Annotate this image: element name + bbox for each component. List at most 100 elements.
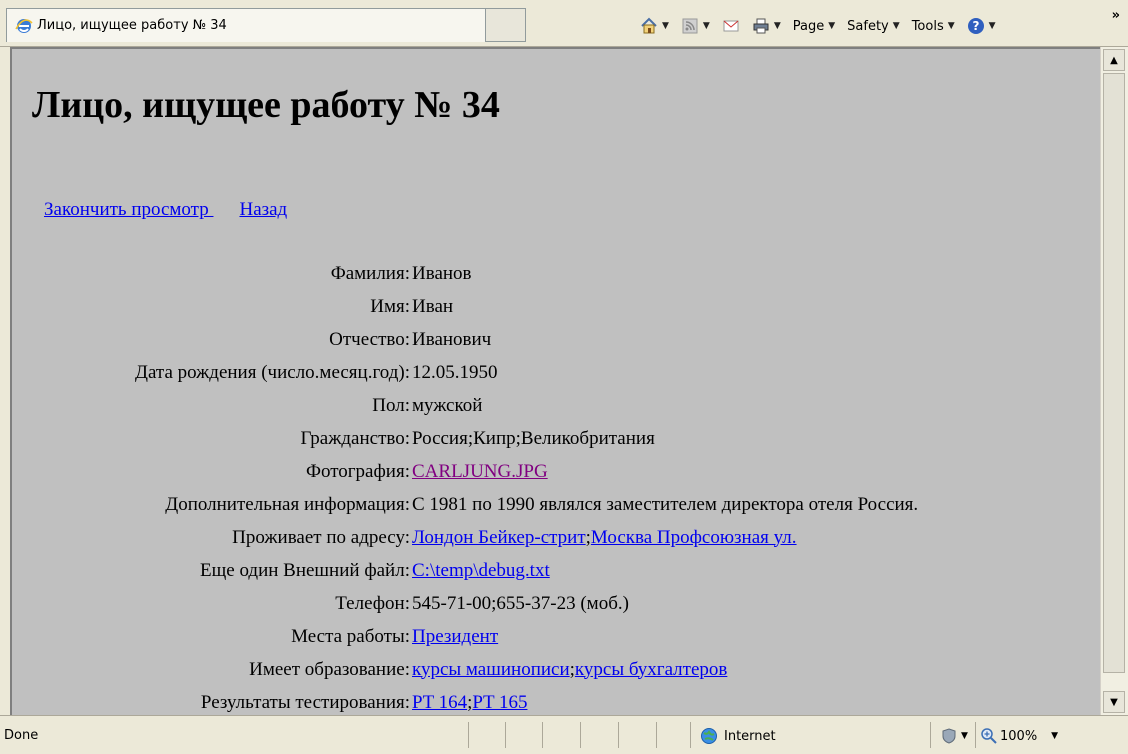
status-text: Done — [4, 728, 39, 743]
print-button[interactable]: ▼ — [752, 17, 781, 35]
rss-feed-icon — [682, 18, 698, 34]
field-label: Пол: — [372, 394, 410, 416]
svg-text:?: ? — [972, 19, 979, 33]
feeds-button[interactable]: ▼ — [681, 17, 710, 35]
table-row: Имя: Иван — [12, 290, 1100, 323]
help-button[interactable]: ? ▼ — [967, 17, 996, 35]
chevron-down-icon[interactable]: ▼ — [662, 21, 669, 31]
field-label: Еще один Внешний файл: — [200, 559, 410, 581]
field-label: Телефон: — [335, 592, 410, 614]
help-icon: ? — [967, 18, 984, 34]
command-bar: ▼ ▼ ▼ Page ▼ Safety ▼ Tools ▼ ? ▼ — [640, 14, 1008, 38]
table-row: Дата рождения (число.месяц.год): 12.05.1… — [12, 356, 1100, 389]
table-row: Еще один Внешний файл: C:\temp\debug.txt — [12, 554, 1100, 587]
field-label: Фотография: — [305, 460, 410, 482]
table-row: Пол: мужской — [12, 389, 1100, 422]
page-content: Лицо, ищущее работу № 34 Закончить просм… — [10, 47, 1100, 715]
globe-icon — [701, 728, 717, 744]
status-divider — [580, 722, 581, 748]
zone-label: Internet — [724, 728, 776, 744]
table-row: Места работы: Президент — [12, 620, 1100, 653]
page-menu-label: Page — [792, 18, 825, 34]
education-link-accounting[interactable]: курсы бухгалтеров — [575, 659, 727, 680]
page-title: Лицо, ищущее работу № 34 — [32, 84, 500, 126]
table-row: Фамилия: Иванов — [12, 257, 1100, 290]
tools-menu[interactable]: Tools ▼ — [912, 19, 955, 34]
shield-icon — [942, 728, 956, 744]
address-link-moscow[interactable]: Москва Профсоюзная ул. — [591, 527, 797, 548]
field-label: Фамилия: — [330, 262, 410, 284]
field-value: 545-71-00;655-37-23 (моб.) — [412, 592, 629, 614]
field-value: 12.05.1950 — [412, 361, 498, 383]
safety-menu[interactable]: Safety ▼ — [847, 19, 900, 34]
scrollbar-thumb[interactable] — [1103, 73, 1125, 673]
table-row: Отчество: Иванович — [12, 323, 1100, 356]
scroll-up-button[interactable]: ▲ — [1103, 49, 1125, 71]
status-divider — [505, 722, 506, 748]
field-label: Дата рождения (число.месяц.год): — [135, 361, 410, 383]
chevron-down-icon[interactable]: ▼ — [774, 21, 781, 31]
field-value: С 1981 по 1990 являлся заместителем дире… — [412, 493, 919, 515]
mail-button[interactable] — [722, 17, 740, 35]
status-divider — [930, 722, 931, 748]
vertical-scrollbar[interactable]: ▲ ▼ — [1100, 47, 1128, 715]
education-link-typing[interactable]: курсы машинописи — [412, 659, 570, 680]
home-icon — [641, 17, 657, 34]
browser-tab[interactable]: Лицо, ищущее работу № 34 — [6, 8, 486, 42]
browser-toolbar: Лицо, ищущее работу № 34 ▼ ▼ ▼ Page ▼ Sa… — [0, 0, 1128, 47]
test-result-link-165[interactable]: PT 165 — [472, 692, 527, 713]
field-value: мужской — [412, 394, 483, 416]
protected-mode-button[interactable]: ▼ — [940, 727, 968, 745]
safety-menu-label: Safety — [847, 18, 889, 34]
workplace-link[interactable]: Президент — [412, 626, 498, 647]
chevron-down-icon: ▼ — [988, 21, 996, 31]
field-label: Отчество: — [329, 328, 410, 350]
address-link-london[interactable]: Лондон Бейкер-стрит — [412, 527, 586, 548]
status-divider — [618, 722, 619, 748]
field-label: Результаты тестирования: — [200, 691, 410, 713]
status-divider — [468, 722, 469, 748]
test-result-link-164[interactable]: PT 164 — [412, 692, 467, 713]
chevron-down-icon: ▼ — [947, 21, 955, 31]
table-row: Имеет образование: курсы машинописи;курс… — [12, 653, 1100, 686]
zoom-level: 100% — [1000, 728, 1038, 744]
security-zone[interactable]: Internet — [700, 727, 776, 745]
field-label: Имя: — [370, 295, 410, 317]
field-label: Дополнительная информация: — [165, 493, 410, 515]
photo-link[interactable]: CARLJUNG.JPG — [412, 461, 548, 482]
field-value: Иванович — [412, 328, 492, 350]
field-value: Россия;Кипр;Великобритания — [412, 427, 655, 449]
field-label: Гражданство: — [300, 427, 410, 449]
table-row: Дополнительная информация: С 1981 по 199… — [12, 488, 1100, 521]
toolbar-overflow-icon[interactable]: » — [1112, 8, 1120, 23]
status-divider — [690, 722, 691, 748]
chevron-down-icon: ▼ — [892, 21, 900, 31]
zoom-icon — [981, 728, 997, 744]
new-tab-button[interactable] — [486, 8, 526, 42]
chevron-down-icon: ▼ — [828, 21, 836, 31]
status-divider — [975, 722, 976, 748]
table-row: Результаты тестирования: PT 164;PT 165 — [12, 686, 1100, 715]
tools-menu-label: Tools — [911, 18, 944, 34]
external-file-link[interactable]: C:\temp\debug.txt — [412, 560, 550, 581]
page-menu[interactable]: Page ▼ — [793, 19, 835, 34]
table-row: Фотография: CARLJUNG.JPG — [12, 455, 1100, 488]
zoom-control[interactable]: 100% ▼ — [980, 727, 1058, 745]
chevron-down-icon[interactable]: ▼ — [703, 21, 710, 31]
scroll-down-button[interactable]: ▼ — [1103, 691, 1125, 713]
nav-links: Закончить просмотр Назад — [44, 199, 313, 221]
chevron-down-icon: ▼ — [1051, 731, 1059, 741]
table-row: Телефон: 545-71-00;655-37-23 (моб.) — [12, 587, 1100, 620]
field-value: Иванов — [412, 262, 472, 284]
status-divider — [542, 722, 543, 748]
tab-title: Лицо, ищущее работу № 34 — [37, 18, 227, 33]
back-link[interactable]: Назад — [239, 199, 287, 220]
table-row: Гражданство: Россия;Кипр;Великобритания — [12, 422, 1100, 455]
status-bar: Done Internet ▼ 100% ▼ — [0, 715, 1128, 754]
mail-icon — [723, 20, 739, 32]
home-button[interactable]: ▼ — [640, 17, 669, 35]
field-label: Проживает по адресу: — [232, 526, 410, 548]
finish-view-link[interactable]: Закончить просмотр — [44, 199, 213, 220]
printer-icon — [753, 18, 769, 34]
field-label: Имеет образование: — [249, 658, 410, 680]
